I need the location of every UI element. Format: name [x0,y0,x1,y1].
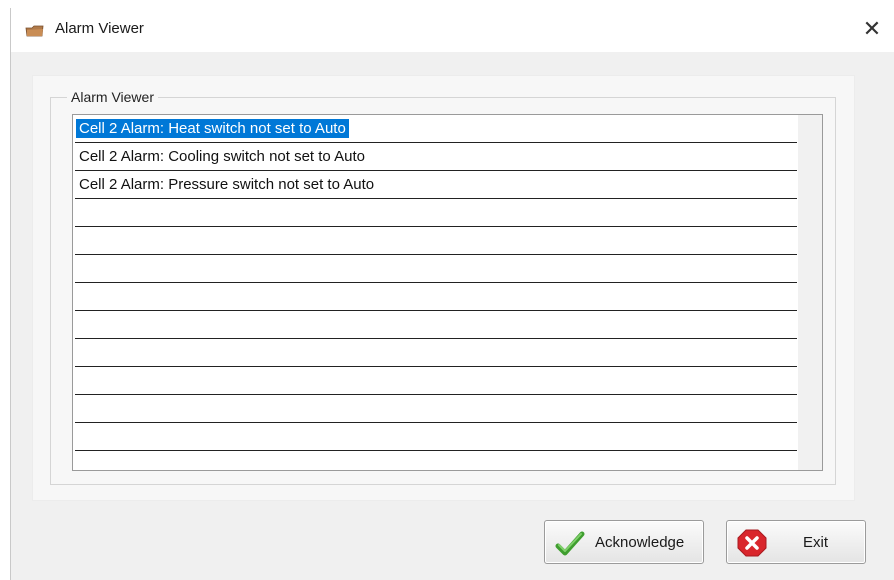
alarm-viewer-window: Alarm Viewer ✕ Alarm Viewer Cell 2 Alarm… [10,8,894,580]
list-item[interactable] [75,367,797,395]
acknowledge-label: Acknowledge [595,534,685,551]
list-item[interactable] [75,199,797,227]
list-item[interactable]: Cell 2 Alarm: Cooling switch not set to … [75,143,797,171]
exit-label: Exit [803,534,829,551]
list-item[interactable] [75,395,797,423]
window-title: Alarm Viewer [55,20,144,37]
content-panel: Alarm Viewer Cell 2 Alarm: Heat switch n… [32,75,855,501]
exit-button[interactable]: Exit [726,520,866,564]
list-item-label: Cell 2 Alarm: Heat switch not set to Aut… [76,119,349,138]
list-item[interactable]: Cell 2 Alarm: Pressure switch not set to… [75,171,797,199]
folder-icon [25,25,44,37]
close-button[interactable]: ✕ [857,14,887,44]
close-icon: ✕ [862,16,882,41]
alarm-group-box: Alarm Viewer Cell 2 Alarm: Heat switch n… [50,88,836,485]
list-item-label: Cell 2 Alarm: Pressure switch not set to… [79,176,375,193]
acknowledge-button[interactable]: Acknowledge [544,520,704,564]
list-item[interactable] [75,255,797,283]
list-item[interactable] [75,451,797,470]
list-item[interactable] [75,339,797,367]
list-item[interactable] [75,283,797,311]
title-bar: Alarm Viewer ✕ [11,8,894,52]
exit-x-icon [737,529,767,557]
alarm-list-rows: Cell 2 Alarm: Heat switch not set to Aut… [75,115,797,470]
alarm-list[interactable]: Cell 2 Alarm: Heat switch not set to Aut… [72,114,823,471]
list-item[interactable] [75,423,797,451]
list-item[interactable] [75,311,797,339]
list-scrollbar[interactable] [798,115,822,470]
group-box-label: Alarm Viewer [67,88,158,106]
list-item[interactable]: Cell 2 Alarm: Heat switch not set to Aut… [75,115,797,143]
list-item[interactable] [75,227,797,255]
checkmark-icon [555,531,585,556]
list-item-label: Cell 2 Alarm: Cooling switch not set to … [79,148,365,165]
